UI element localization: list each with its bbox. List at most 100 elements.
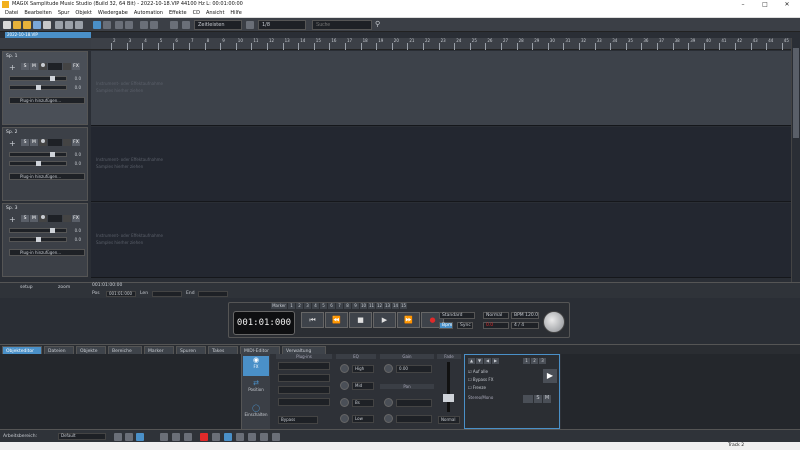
paste-icon[interactable] xyxy=(75,21,83,29)
vertical-scrollbar[interactable] xyxy=(791,38,800,296)
tool-icon-8[interactable] xyxy=(248,433,256,441)
solo-button[interactable]: S xyxy=(21,63,29,70)
play-button[interactable]: ▶ xyxy=(373,312,396,328)
track-header[interactable]: Sp. 3 S M FX +0.0 0.0 Plug-in hinzufügen... xyxy=(2,203,88,277)
marker-button[interactable]: 7 xyxy=(336,303,343,309)
close-button[interactable]: ✕ xyxy=(777,0,797,9)
num-button-3[interactable]: 3 xyxy=(539,358,546,364)
check-bypass-fx[interactable]: ☐ Bypass FX xyxy=(468,377,493,382)
copy-icon[interactable] xyxy=(65,21,73,29)
menu-objekt[interactable]: Objekt xyxy=(72,9,94,17)
tool-icon-6[interactable] xyxy=(224,433,232,441)
track-name[interactable]: Sp. 1 xyxy=(6,54,17,59)
add-instrument-icon[interactable]: + xyxy=(9,64,17,72)
fx-button[interactable]: FX xyxy=(72,139,80,146)
marker-button[interactable]: 9 xyxy=(352,303,359,309)
volume-fader-knob[interactable] xyxy=(50,76,55,81)
marker-button[interactable]: 14 xyxy=(392,303,399,309)
pan-fader[interactable] xyxy=(9,161,67,166)
num-button-2[interactable]: 2 xyxy=(531,358,538,364)
volume-fader-thumb[interactable] xyxy=(443,394,454,402)
time-signature[interactable]: 4 / 4 xyxy=(511,322,539,329)
tool-icon-4[interactable] xyxy=(200,433,208,441)
fx-button[interactable]: FX xyxy=(72,63,80,70)
pan-fader[interactable] xyxy=(9,85,67,90)
export-icon[interactable] xyxy=(43,21,51,29)
volume-fader[interactable] xyxy=(9,76,67,81)
up-arrow-icon[interactable]: ▲ xyxy=(468,358,475,364)
transport-mode-select[interactable]: Standard xyxy=(439,312,475,319)
redo-icon[interactable] xyxy=(150,21,158,29)
marker-button[interactable]: 8 xyxy=(344,303,351,309)
preview-play-button[interactable]: ▶ xyxy=(543,369,557,383)
input-select[interactable] xyxy=(48,63,62,70)
input-select[interactable] xyxy=(48,139,62,146)
monitor-button[interactable] xyxy=(63,215,71,222)
stereo-button[interactable] xyxy=(523,395,533,403)
gain-knob[interactable] xyxy=(384,364,393,373)
track-header[interactable]: Sp. 1 S M FX +0.0 0.0 Plug-in hinzufügen... xyxy=(2,51,88,125)
position-tab[interactable]: ⇄ Position xyxy=(243,379,269,399)
zoom-icon[interactable] xyxy=(170,21,178,29)
volume-fader-knob[interactable] xyxy=(50,228,55,233)
pan-fader-knob[interactable] xyxy=(36,85,41,90)
pos-value[interactable]: 001:01:000 xyxy=(106,291,136,297)
workspace-select[interactable]: Default xyxy=(58,433,106,440)
fx-button[interactable]: FX xyxy=(72,215,80,222)
track-lane[interactable]: Instrument- oder Effektaufnahme Samples h… xyxy=(91,127,791,202)
undo-icon[interactable] xyxy=(140,21,148,29)
pan-knob[interactable] xyxy=(384,398,393,407)
record-arm-button[interactable] xyxy=(39,63,47,70)
menu-datei[interactable]: Datei xyxy=(2,9,21,17)
metronome-knob[interactable] xyxy=(543,311,565,333)
bpm-display[interactable]: BPM 120.0 xyxy=(511,312,539,319)
open-folder-icon[interactable] xyxy=(13,21,21,29)
tool-icon-1[interactable] xyxy=(160,433,168,441)
mute-button[interactable]: M xyxy=(30,139,38,146)
setup-label[interactable]: setup xyxy=(20,285,33,290)
go-to-start-button[interactable]: ⏮ xyxy=(301,312,324,328)
marker-button[interactable]: 10 xyxy=(360,303,367,309)
volume-fader[interactable] xyxy=(9,228,67,233)
marker-button[interactable]: 13 xyxy=(384,303,391,309)
bypass-select[interactable]: Bypass xyxy=(278,416,318,424)
monitor-button[interactable] xyxy=(63,63,71,70)
minimize-button[interactable]: – xyxy=(733,0,753,9)
time-display[interactable]: 001:01:000 xyxy=(233,311,295,335)
fast-forward-button[interactable]: ⏩ xyxy=(397,312,420,328)
timeline-ruler[interactable]: 2 3 4 5 6 7 8 9 10 11 12 13 14 15 16 17 18 19 20 21 22 23 24 25… xyxy=(91,38,791,50)
add-instrument-icon[interactable]: + xyxy=(9,216,17,224)
punch-button[interactable]: Sync xyxy=(457,322,473,329)
maximize-button[interactable]: □ xyxy=(755,0,775,9)
grid-icon[interactable] xyxy=(246,21,254,29)
menu-cd[interactable]: CD xyxy=(190,9,203,17)
monitor-button[interactable] xyxy=(63,139,71,146)
num-button-1[interactable]: 1 xyxy=(523,358,530,364)
pan-value[interactable] xyxy=(396,399,432,407)
new-file-icon[interactable] xyxy=(3,21,11,29)
end-value[interactable] xyxy=(198,291,228,297)
marker-button[interactable]: 1 xyxy=(288,303,295,309)
fade-tab[interactable]: ◯ Einschalten xyxy=(243,404,269,424)
add-plugin-button[interactable]: Plug-in hinzufügen... xyxy=(9,97,85,104)
rewind-button[interactable]: ⏪ xyxy=(325,312,348,328)
width-value[interactable] xyxy=(396,415,432,423)
track-name[interactable]: Sp. 3 xyxy=(6,206,17,211)
check-auf-alle[interactable]: ☑ Auf alle xyxy=(468,369,488,374)
marker-button[interactable]: 12 xyxy=(376,303,383,309)
snap-icon[interactable] xyxy=(182,21,190,29)
menu-bearbeiten[interactable]: Bearbeiten xyxy=(21,9,54,17)
width-knob[interactable] xyxy=(384,414,393,423)
record-arm-button[interactable] xyxy=(39,215,47,222)
marker-button[interactable]: 3 xyxy=(304,303,311,309)
track-name[interactable]: Sp. 2 xyxy=(6,130,17,135)
record-mode-select[interactable]: Normal xyxy=(483,312,509,319)
snap-mode-select[interactable]: Zeitleisten xyxy=(194,20,242,30)
tool-icon-7[interactable] xyxy=(236,433,244,441)
marker-button[interactable]: 6 xyxy=(328,303,335,309)
solo-button[interactable]: S xyxy=(21,215,29,222)
plugin-slot-4[interactable] xyxy=(278,398,330,406)
left-arrow-icon[interactable]: ◀ xyxy=(484,358,491,364)
tool-icon-10[interactable] xyxy=(272,433,280,441)
plugin-slot-1[interactable] xyxy=(278,362,330,370)
